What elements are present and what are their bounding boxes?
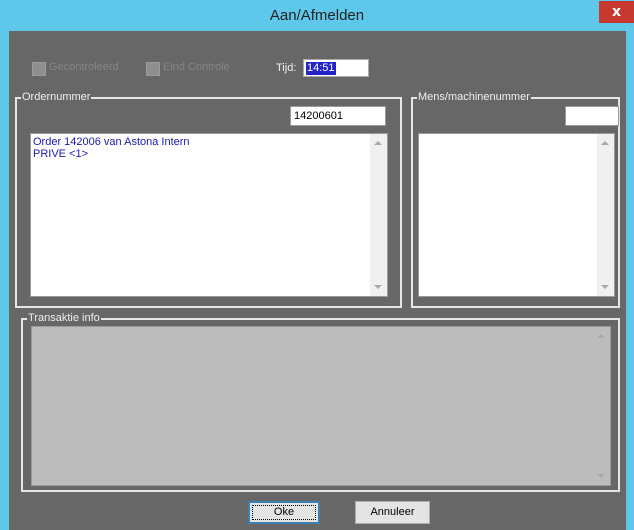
- scroll-up-icon[interactable]: [601, 141, 609, 145]
- order-listbox[interactable]: Order 142006 van Astona Intern PRIVE <1>: [30, 133, 388, 297]
- tijd-input[interactable]: 14:51: [303, 59, 369, 77]
- oke-button[interactable]: Oke: [248, 501, 320, 524]
- scroll-up-icon[interactable]: [374, 141, 382, 145]
- mens-machine-group: Mens/machinenummer: [411, 91, 620, 308]
- ordernummer-input[interactable]: 14200601: [290, 106, 386, 126]
- mens-machine-listbox[interactable]: [418, 133, 615, 297]
- title-bar[interactable]: Aan/Afmelden x: [0, 0, 634, 32]
- transaktie-scrollbar[interactable]: [593, 327, 610, 485]
- tijd-value: 14:51: [306, 62, 336, 75]
- transaktie-info-group: Transaktie info: [21, 312, 620, 492]
- order-list-lines: Order 142006 van Astona Intern PRIVE <1>: [33, 136, 190, 160]
- dialog-client-area: Gecontroleerd Eind Controle Tijd: 14:51 …: [9, 31, 626, 530]
- gecontroleerd-label: Gecontroleerd: [49, 61, 119, 73]
- eind-controle-label: Eind Controle: [163, 61, 230, 73]
- dialog-window: Aan/Afmelden x Gecontroleerd Eind Contro…: [0, 0, 634, 530]
- annuleer-button[interactable]: Annuleer: [355, 501, 430, 524]
- gecontroleerd-checkbox[interactable]: [32, 62, 46, 76]
- list-item[interactable]: PRIVE <1>: [33, 148, 190, 160]
- scroll-up-icon[interactable]: [597, 334, 605, 338]
- mens-machine-group-label: Mens/machinenummer: [417, 91, 531, 104]
- mens-machine-input[interactable]: [565, 106, 619, 126]
- ordernummer-group: Ordernummer 14200601 Order 142006 van As…: [15, 91, 402, 308]
- transaktie-info-group-label: Transaktie info: [27, 312, 101, 325]
- scroll-down-icon[interactable]: [597, 474, 605, 478]
- list-item[interactable]: Order 142006 van Astona Intern: [33, 136, 190, 148]
- ordernummer-value: 14200601: [294, 110, 343, 122]
- eind-controle-checkbox[interactable]: [146, 62, 160, 76]
- window-title: Aan/Afmelden: [269, 7, 365, 24]
- scroll-down-icon[interactable]: [374, 285, 382, 289]
- mens-list-scrollbar[interactable]: [597, 134, 614, 296]
- close-button[interactable]: x: [599, 1, 634, 23]
- tijd-label: Tijd:: [276, 62, 297, 74]
- order-list-scrollbar[interactable]: [370, 134, 387, 296]
- transaktie-info-box[interactable]: [31, 326, 611, 486]
- ordernummer-group-label: Ordernummer: [21, 91, 92, 104]
- scroll-down-icon[interactable]: [601, 285, 609, 289]
